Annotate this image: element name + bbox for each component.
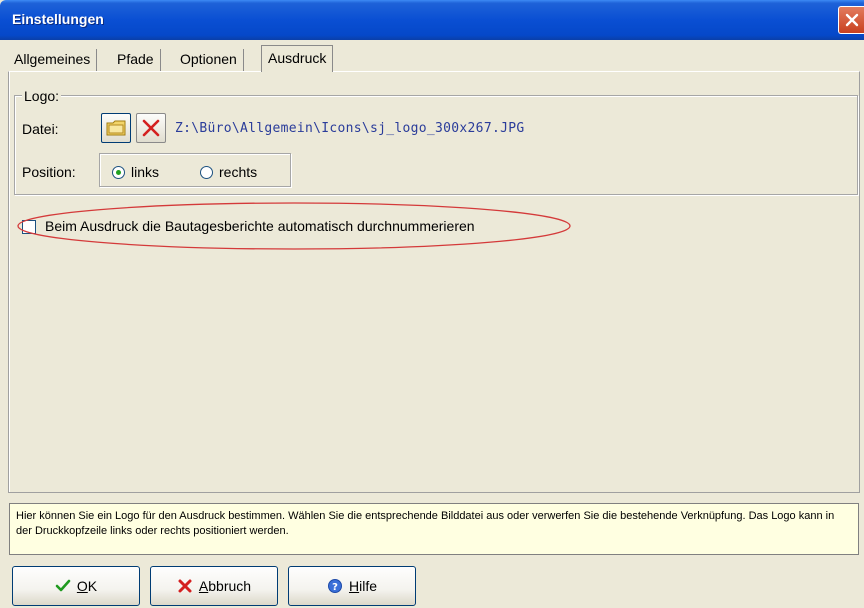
radio-rechts[interactable] — [200, 166, 213, 179]
logo-group-legend: Logo: — [22, 88, 62, 104]
auto-number-checkbox[interactable] — [22, 220, 36, 234]
tab-ausdruck[interactable]: Ausdruck — [261, 45, 334, 72]
auto-number-label[interactable]: Beim Ausdruck die Bautagesberichte autom… — [45, 218, 475, 234]
title-bar[interactable]: Einstellungen — [0, 0, 864, 40]
browse-file-button[interactable] — [101, 113, 131, 143]
radio-links[interactable] — [112, 166, 125, 179]
delete-x-icon — [142, 119, 160, 137]
radio-links-label[interactable]: links — [131, 164, 159, 180]
hint-text: Hier können Sie ein Logo für den Ausdruc… — [16, 510, 835, 537]
checkmark-icon — [55, 579, 71, 592]
folder-icon — [106, 120, 126, 136]
radio-rechts-label[interactable]: rechts — [219, 164, 257, 180]
help-button[interactable]: ? Hilfe — [288, 566, 416, 606]
cancel-x-icon — [178, 579, 192, 593]
help-label: Hilfe — [348, 578, 378, 594]
help-icon: ? — [327, 579, 342, 593]
window-title: Einstellungen — [12, 11, 104, 27]
position-label: Position: — [22, 164, 76, 180]
cancel-label: Abbruch — [198, 578, 252, 594]
tab-allgemeines[interactable]: Allgemeines — [8, 49, 98, 71]
file-label: Datei: — [22, 121, 59, 137]
settings-dialog: Einstellungen Allgemeines Pfade Optionen… — [0, 0, 864, 608]
close-icon — [845, 13, 858, 27]
hint-box: Hier können Sie ein Logo für den Ausdruc… — [9, 503, 859, 555]
cancel-button[interactable]: Abbruch — [150, 566, 278, 606]
svg-text:?: ? — [332, 582, 338, 593]
tab-pfade[interactable]: Pfade — [111, 49, 161, 71]
position-radio-group — [99, 153, 291, 187]
logo-file-path: Z:\Büro\Allgemein\Icons\sj_logo_300x267.… — [175, 121, 525, 136]
close-button[interactable] — [838, 6, 864, 34]
tab-optionen[interactable]: Optionen — [174, 49, 244, 71]
ok-label: OK — [76, 578, 98, 594]
remove-logo-button[interactable] — [136, 113, 166, 143]
ok-button[interactable]: OK — [12, 566, 140, 606]
